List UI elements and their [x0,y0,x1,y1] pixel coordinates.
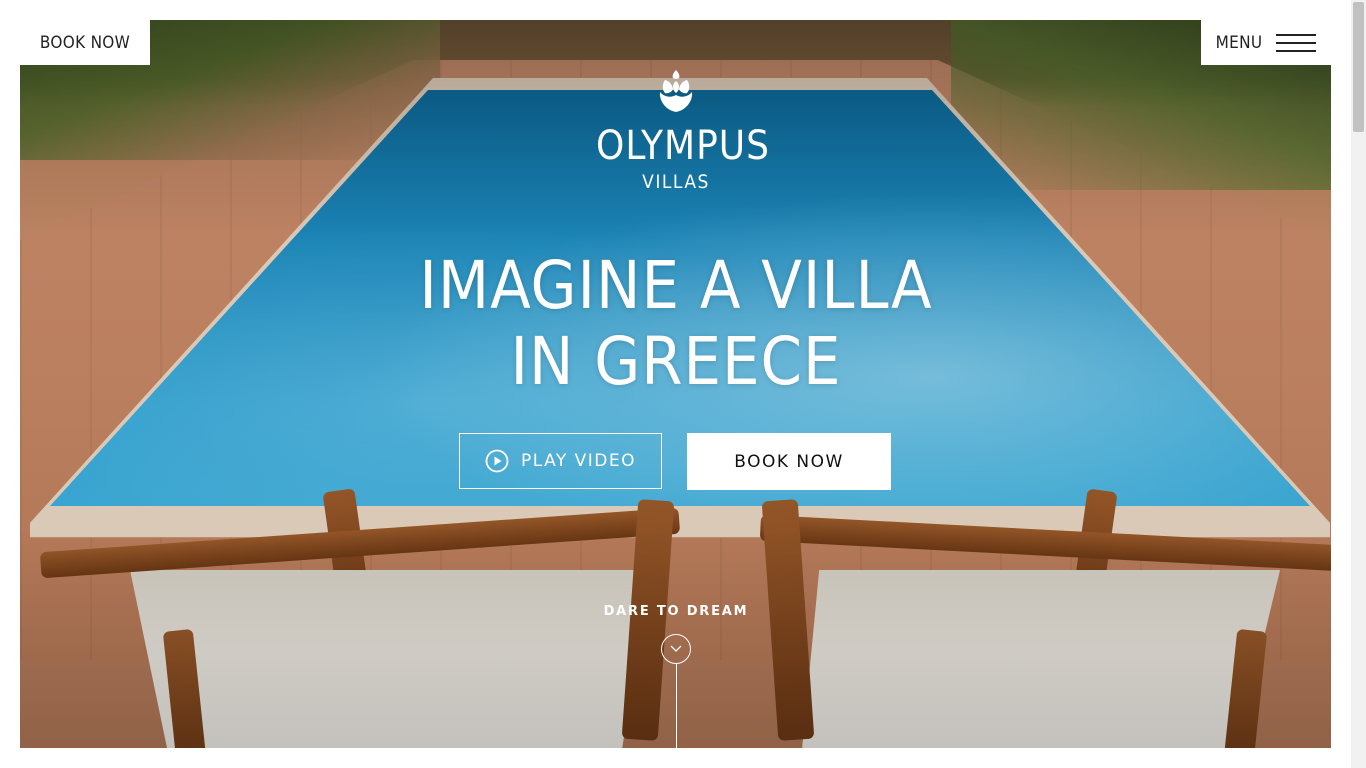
menu-label: MENU [1215,32,1263,53]
logo-subtitle: VILLAS [642,171,710,193]
menu-button[interactable]: MENU [1201,20,1331,65]
chevron-down-icon [670,645,682,652]
logo-name: OLYMPUS [596,123,770,169]
site-logo[interactable]: OLYMPUS VILLAS [596,70,770,193]
header-book-now-button[interactable]: BOOK NOW [20,20,150,65]
play-video-button[interactable]: PLAY VIDEO [459,433,662,489]
scroll-indicator-line [676,664,677,748]
pinecone-logo-icon [659,70,693,112]
hamburger-icon [1276,33,1317,53]
scrollbar-thumb[interactable] [1353,2,1364,132]
tagline: DARE TO DREAM [603,604,749,619]
play-circle-icon [485,449,509,473]
headline-line-2: IN GREECE [510,323,842,400]
headline-line-1: IMAGINE A VILLA [419,247,933,324]
scroll-down-button[interactable] [661,634,691,664]
hero-book-now-button[interactable]: BOOK NOW [687,433,891,490]
hero-headline: IMAGINE A VILLA IN GREECE [376,248,976,400]
play-video-label: PLAY VIDEO [520,451,637,471]
